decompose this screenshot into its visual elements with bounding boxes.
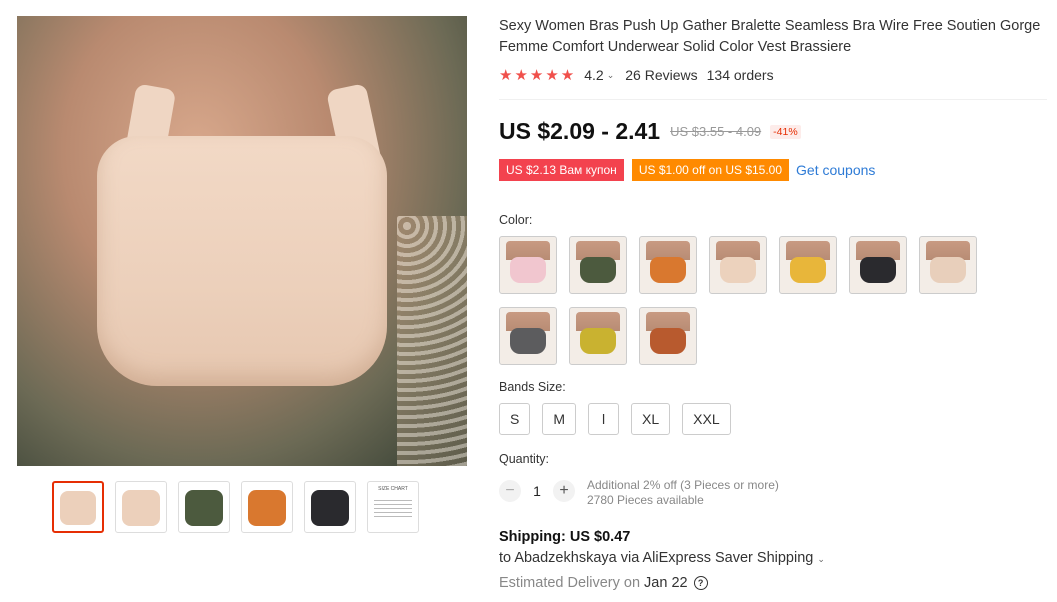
quantity-info: Additional 2% off (3 Pieces or more) 278…: [587, 478, 779, 508]
quantity-minus-button[interactable]: −: [499, 480, 521, 502]
swatch-garment: [790, 257, 826, 283]
swatch-garment: [860, 257, 896, 283]
image-lace: [397, 216, 467, 466]
color-swatch-2[interactable]: [569, 236, 627, 294]
quantity-stepper: − 1 +: [499, 480, 575, 502]
color-swatch-10[interactable]: [639, 307, 697, 365]
star-rating-icon: ★★★★★: [499, 67, 577, 84]
quantity-value[interactable]: 1: [521, 483, 553, 499]
thumbnail-size-chart[interactable]: SIZE CHART: [367, 481, 419, 533]
swatch-garment: [510, 328, 546, 354]
estimated-delivery: Estimated Delivery on Jan 22 ?: [499, 575, 708, 591]
rating-row: ★★★★★ 4.2 ⌄ 26 Reviews 134 orders: [499, 66, 774, 84]
delivery-label: Estimated Delivery on: [499, 575, 641, 591]
thumbnail-2[interactable]: [115, 481, 167, 533]
orders-count: 134 orders: [706, 67, 774, 83]
color-swatch-4[interactable]: [709, 236, 767, 294]
thumb-swatch: [60, 491, 96, 525]
discount-badge: -41%: [770, 124, 801, 139]
color-swatch-1[interactable]: [499, 236, 557, 294]
reviews-link[interactable]: 26 Reviews: [625, 67, 697, 83]
color-swatch-6[interactable]: [849, 236, 907, 294]
color-swatches: [499, 236, 999, 365]
size-option[interactable]: XL: [631, 403, 671, 435]
bands-size-label: Bands Size:: [499, 380, 566, 394]
size-option[interactable]: l: [588, 403, 620, 435]
quantity-label: Quantity:: [499, 452, 550, 466]
thumbnail-strip: SIZE CHART: [52, 481, 419, 533]
swatch-garment: [580, 257, 616, 283]
shipping-destination-text[interactable]: to Abadzekhskaya via AliExpress Saver Sh…: [499, 550, 813, 566]
rating-value[interactable]: 4.2: [584, 67, 603, 83]
current-price: US $2.09 - 2.41: [499, 118, 661, 144]
color-swatch-8[interactable]: [499, 307, 557, 365]
delivery-date: Jan 22: [644, 575, 688, 591]
thumbnail-3[interactable]: [178, 481, 230, 533]
shipping-destination[interactable]: to Abadzekhskaya via AliExpress Saver Sh…: [499, 550, 825, 566]
price-row: US $2.09 - 2.41 US $3.55 - 4.09 -41%: [499, 118, 801, 145]
chevron-down-icon[interactable]: ⌄: [607, 70, 615, 81]
size-chart-caption: SIZE CHART: [378, 486, 408, 492]
coupon-badge-threshold[interactable]: US $1.00 off on US $15.00: [631, 159, 790, 181]
coupon-badge-store[interactable]: US $2.13 Вам купон: [499, 159, 624, 181]
swatch-garment: [650, 257, 686, 283]
divider: [499, 99, 1047, 100]
thumb-swatch: [122, 490, 160, 526]
thumbnail-5[interactable]: [304, 481, 356, 533]
swatch-garment: [930, 257, 966, 283]
image-bra: [97, 136, 387, 386]
color-label: Color:: [499, 213, 533, 227]
thumb-swatch: [311, 490, 349, 526]
product-title: Sexy Women Bras Push Up Gather Bralette …: [499, 18, 1041, 55]
size-option[interactable]: M: [542, 403, 577, 435]
pieces-available-text: 2780 Pieces available: [587, 493, 704, 507]
color-swatch-3[interactable]: [639, 236, 697, 294]
color-swatch-7[interactable]: [919, 236, 977, 294]
thumbnail-1[interactable]: [52, 481, 104, 533]
coupon-row: US $2.13 Вам купон US $1.00 off on US $1…: [499, 159, 875, 181]
chevron-down-icon[interactable]: ⌄: [817, 554, 825, 564]
size-chart-lines: [374, 500, 412, 520]
help-icon[interactable]: ?: [693, 576, 708, 590]
swatch-garment: [510, 257, 546, 283]
size-option[interactable]: XXL: [682, 403, 731, 435]
original-price: US $3.55 - 4.09: [670, 124, 762, 139]
quantity-plus-button[interactable]: +: [553, 480, 575, 502]
thumb-swatch: [185, 490, 223, 526]
color-swatch-9[interactable]: [569, 307, 627, 365]
swatch-garment: [650, 328, 686, 354]
main-product-image[interactable]: [17, 16, 467, 466]
swatch-garment: [580, 328, 616, 354]
color-swatch-5[interactable]: [779, 236, 837, 294]
get-coupons-link[interactable]: Get coupons: [796, 162, 875, 178]
thumb-swatch: [248, 490, 286, 526]
swatch-garment: [720, 257, 756, 283]
size-option[interactable]: S: [499, 403, 531, 435]
shipping-cost: Shipping: US $0.47: [499, 529, 631, 545]
size-options: S Ml XL XXL: [499, 403, 731, 435]
thumbnail-4[interactable]: [241, 481, 293, 533]
bulk-offer-text: Additional 2% off (3 Pieces or more): [587, 478, 779, 492]
